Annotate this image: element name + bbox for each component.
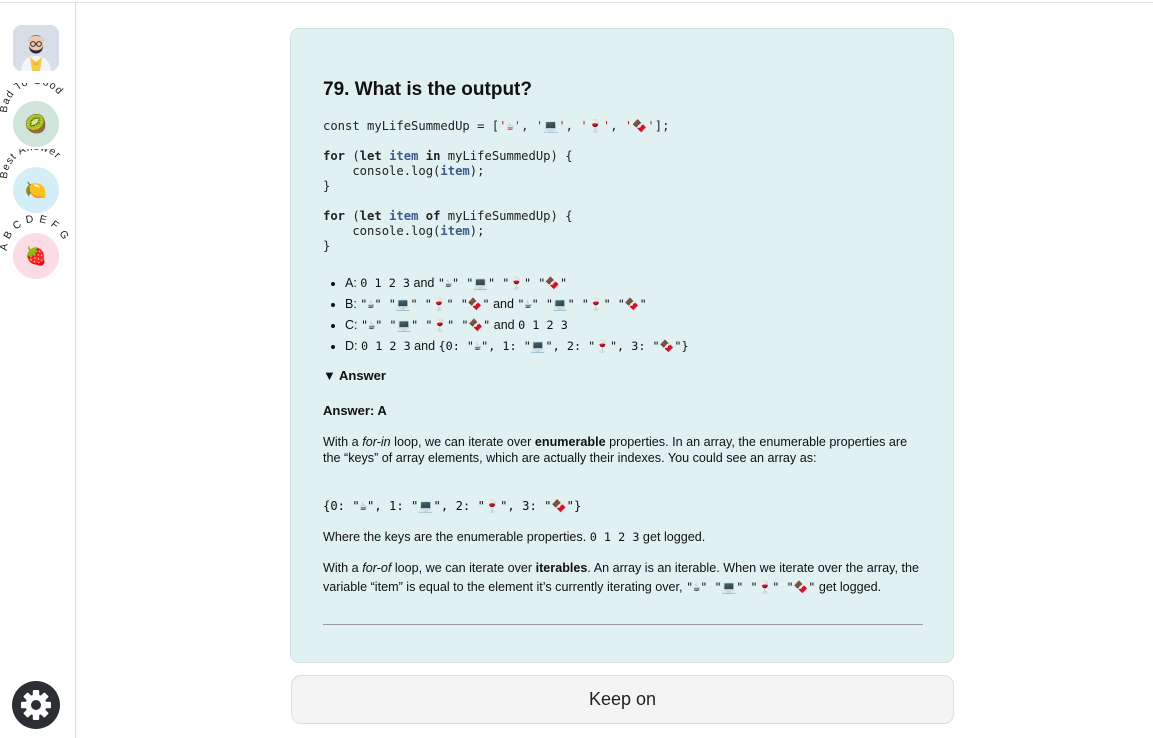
explanation-paragraph: Where the keys are the enumerable proper… [323,530,923,546]
text: get logged. [639,530,706,544]
array-object-code: {0: "☕", 1: "💻", 2: "🍷", 3: "🍫"} [323,499,582,513]
sidebar-item-bad-to-good[interactable]: Bad To Good 🥝 [0,83,75,155]
text: get logged. [815,579,882,594]
option-d: D: 0 1 2 3 and {0: "☕", 1: "💻", 2: "🍷", … [345,336,689,357]
emphasis: for-of [362,561,392,575]
option-prefix: A: [345,276,361,290]
divider [323,624,923,625]
answer-options: A: 0 1 2 3 and "☕" "💻" "🍷" "🍫" B: "☕" "💻… [323,273,689,357]
option-code: "☕" "💻" "🍷" "🍫" [437,276,568,290]
explanation-paragraph: With a for-in loop, we can iterate over … [323,435,923,466]
answer-toggle[interactable]: ▼ Answer [323,368,386,383]
strong-text: iterables [535,561,588,575]
question-card: 79. What is the output? const myLifeSumm… [290,28,954,663]
keep-on-button[interactable]: Keep on [291,675,954,724]
kiwi-circle: 🥝 [13,101,59,147]
settings-button[interactable] [12,681,60,729]
text: loop, we can iterate over [391,561,536,575]
option-code: "☕" "💻" "🍷" "🍫" [360,297,490,311]
option-code: "☕" "💻" "🍷" "🍫" [517,297,647,311]
text: With a [323,561,363,575]
lemon-circle: 🍋 [13,167,59,213]
inline-code: 0 1 2 3 [589,530,640,544]
sidebar: Bad To Good 🥝 Best Answer 🍋 A B C D E F … [0,3,76,738]
avatar-icon [13,25,59,71]
code-string: '💻' [535,119,566,133]
code-string: '🍷' [580,119,611,133]
text: loop, we can iterate over [390,435,535,449]
option-code: "☕" "💻" "🍷" "🍫" [360,318,491,332]
option-a: A: 0 1 2 3 and "☕" "💻" "🍷" "🍫" [345,273,689,294]
question-title: 79. What is the output? [323,79,532,100]
text: Where the keys are the enumerable proper… [323,530,590,544]
option-prefix: C: [345,318,361,332]
explanation-paragraph: With a for-of loop, we can iterate over … [323,559,923,596]
sidebar-item-abcdefg[interactable]: A B C D E F G 🍓 [0,215,75,287]
option-text: and [410,339,439,353]
option-code: 0 1 2 3 [360,339,411,353]
code-block: const myLifeSummedUp = ['☕', '💻', '🍷', '… [323,119,670,253]
option-code: 0 1 2 3 [518,318,568,332]
option-b: B: "☕" "💻" "🍷" "🍫" and "☕" "💻" "🍷" "🍫" [345,294,689,315]
strong-text: enumerable [534,435,606,449]
option-text: and [489,297,518,311]
emphasis: for-in [362,435,391,449]
option-prefix: B: [345,297,361,311]
option-code: 0 1 2 3 [360,276,411,290]
option-text: and [490,318,519,332]
option-code: {0: "☕", 1: "💻", 2: "🍷", 3: "🍫"} [438,339,689,353]
code-string: '☕' [499,119,522,133]
sidebar-item-best-answer[interactable]: Best Answer 🍋 [0,149,75,221]
option-text: and [410,276,438,290]
code-text: ]; [654,119,670,133]
text: With a [323,435,363,449]
avatar[interactable] [13,25,59,71]
lemon-icon: 🍋 [24,180,48,200]
gear-icon [21,690,51,720]
option-prefix: D: [345,339,361,353]
strawberry-circle: 🍓 [13,233,59,279]
answer-heading: Answer: A [323,403,387,418]
inline-code: "☕" "💻" "🍷" "🍫" [686,579,816,594]
code-text: const myLifeSummedUp = [ [323,119,500,133]
top-divider [0,2,1153,3]
kiwi-icon: 🥝 [24,114,48,134]
option-c: C: "☕" "💻" "🍷" "🍫" and 0 1 2 3 [345,315,689,336]
code-string: '🍫' [624,119,655,133]
strawberry-icon: 🍓 [24,246,48,266]
